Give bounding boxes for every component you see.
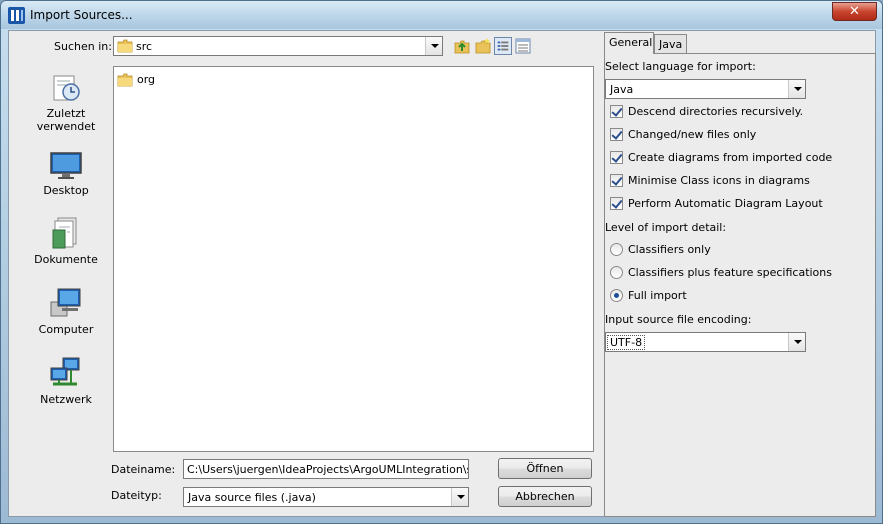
chevron-down-icon[interactable] [788,333,805,351]
open-button[interactable]: Öffnen [498,458,592,479]
filetype-label: Dateityp: [111,489,162,502]
place-label: verwendet [36,120,96,133]
network-icon [50,357,80,386]
chevron-down-icon[interactable] [451,488,468,506]
title-bar[interactable]: Import Sources... ✕ [1,1,882,29]
filename-input[interactable] [184,460,468,478]
recent-icon [53,75,80,101]
close-button[interactable]: ✕ [832,2,877,21]
radio-icon[interactable] [610,266,623,279]
new-folder-icon[interactable] [474,37,492,55]
file-name: org [137,73,156,86]
documents-icon [52,217,77,249]
place-documents[interactable]: Dokumente [21,216,111,266]
filename-label: Dateiname: [111,463,176,476]
cancel-button[interactable]: Abbrechen [498,486,592,507]
desktop-icon [50,152,82,179]
folder-icon [117,73,133,87]
tab-general[interactable]: General [604,32,654,54]
list-view-icon[interactable] [494,37,512,55]
look-in-label: Suchen in: [54,40,112,53]
encoding-label: Input source file encoding: [605,313,752,326]
checkbox-label: Perform Automatic Diagram Layout [628,197,823,210]
details-view-icon[interactable] [514,37,532,55]
encoding-combo[interactable]: UTF-8 [605,332,806,352]
place-label: Netzwerk [40,393,92,406]
checkbox-label: Create diagrams from imported code [628,151,833,164]
checkbox-check-icon[interactable] [610,197,623,210]
current-folder: src [136,40,153,53]
language-combo[interactable]: Java [605,79,806,99]
checkbox-label: Minimise Class icons in diagrams [628,174,810,187]
checkbox-check-icon[interactable] [610,105,623,118]
radio-label: Classifiers only [628,243,711,256]
checkbox-check-icon[interactable] [610,128,623,141]
radio-label: Classifiers plus feature specifications [628,266,832,279]
detail-label: Level of import detail: [605,221,727,234]
chevron-down-icon[interactable] [425,37,442,55]
places-bar: Zuletzt verwendet Desktop Dokumente Comp… [21,66,111,456]
window-title: Import Sources... [30,8,133,22]
place-computer[interactable]: Computer [21,286,111,336]
encoding-value: UTF-8 [606,335,646,350]
filename-field[interactable] [183,459,469,479]
place-desktop[interactable]: Desktop [21,151,111,197]
filetype-value: Java source files (.java) [188,491,316,504]
language-label: Select language for import: [605,60,756,73]
look-in-combo[interactable]: src [113,36,443,56]
checkbox-check-icon[interactable] [610,151,623,164]
file-list[interactable]: org [113,66,594,452]
filetype-combo[interactable]: Java source files (.java) [183,487,469,507]
folder-icon [117,39,133,53]
radio-selected-icon[interactable] [610,289,623,302]
radio-label: Full import [628,289,687,302]
place-label: Desktop [43,184,89,197]
argouml-app-icon [8,7,25,24]
close-icon: ✕ [849,4,860,19]
up-folder-icon[interactable] [453,37,471,55]
radio-icon[interactable] [610,243,623,256]
tab-java[interactable]: Java [654,34,687,54]
place-label: Zuletzt [46,107,86,120]
place-label: Dokumente [34,253,98,266]
language-value: Java [610,83,634,96]
place-recent[interactable]: Zuletzt verwendet [21,72,111,133]
checkbox-label: Descend directories recursively. [628,105,804,118]
dialog-body: Suchen in: src Zuletzt verwendet Desktop… [8,30,876,517]
import-sources-window: Import Sources... ✕ Suchen in: src Zulet… [0,0,883,524]
place-label: Computer [38,323,94,336]
options-panel [604,53,876,517]
place-network[interactable]: Netzwerk [21,356,111,406]
checkbox-check-icon[interactable] [610,174,623,187]
computer-icon [50,288,81,317]
checkbox-label: Changed/new files only [628,128,757,141]
chevron-down-icon[interactable] [788,80,805,98]
